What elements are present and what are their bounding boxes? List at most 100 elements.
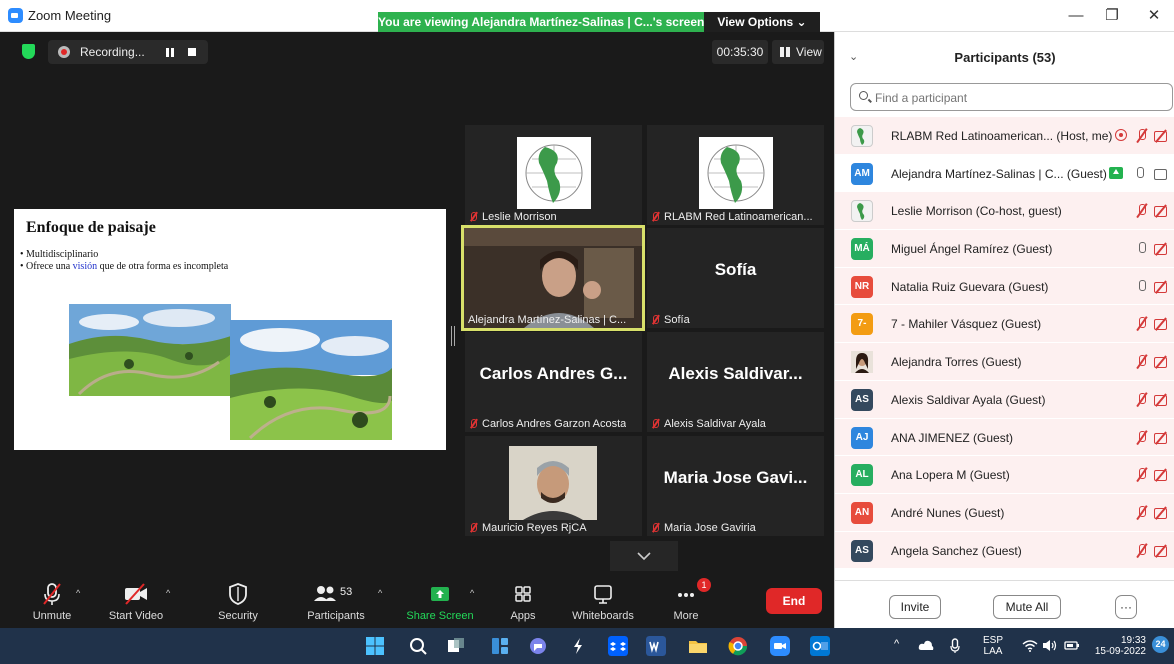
panel-more-button[interactable]: ··· [1115, 595, 1137, 619]
outlook-icon[interactable] [810, 636, 830, 656]
participant-search-input[interactable] [875, 88, 1165, 108]
landscape-photo [230, 320, 392, 440]
close-button[interactable]: ✕ [1134, 6, 1174, 26]
pause-recording-icon[interactable] [166, 48, 174, 57]
mic-off-icon[interactable] [1135, 430, 1149, 446]
view-options-button[interactable]: View Options ⌄ [704, 12, 820, 33]
split-view-handle[interactable] [451, 326, 455, 346]
stop-recording-icon[interactable] [188, 48, 196, 56]
dropbox-icon[interactable] [608, 636, 628, 656]
muted-mic-icon [651, 523, 660, 532]
mic-off-icon[interactable] [1135, 354, 1149, 370]
video-off-icon[interactable] [1153, 544, 1171, 558]
tray-mic-icon[interactable] [949, 638, 961, 654]
view-button[interactable]: View [772, 40, 824, 64]
video-off-icon[interactable] [1153, 355, 1171, 369]
video-on-icon[interactable] [1153, 167, 1171, 181]
input-language[interactable]: ESP LAA [978, 635, 1008, 657]
video-tile[interactable]: Alexis Saldivar... Alexis Saldivar Ayala [647, 332, 824, 432]
mic-on-icon[interactable] [1133, 166, 1147, 182]
zoom-taskbar-icon[interactable] [770, 636, 790, 656]
wifi-icon[interactable] [1022, 639, 1038, 652]
participant-name: Miguel Ángel Ramírez (Guest) [891, 242, 1053, 257]
share-screen-button[interactable]: Share Screen [404, 582, 476, 628]
restore-button[interactable]: ❐ [1092, 6, 1132, 26]
mic-off-icon[interactable] [1135, 543, 1149, 559]
video-tile[interactable]: Sofía Sofía [647, 228, 824, 328]
start-video-button[interactable]: Start Video [104, 582, 168, 628]
participant-row[interactable]: 7- 7 - Mahiler Vásquez (Guest) [835, 305, 1174, 344]
video-off-icon[interactable] [1153, 317, 1171, 331]
video-off-icon[interactable] [1153, 431, 1171, 445]
windows-taskbar: ^ ESP LAA 19:33 15-09-2022 24 [0, 628, 1174, 664]
participant-row[interactable]: AM Alejandra Martínez-Salinas | C... (Gu… [835, 155, 1174, 193]
participants-button[interactable]: 53 Participants [300, 582, 372, 628]
mic-off-icon[interactable] [1135, 316, 1149, 332]
participant-row[interactable]: RLABM Red Latinoamerican... (Host, me) [835, 117, 1174, 155]
active-speaker-tile[interactable]: Alejandra Martínez-Salinas | C... [461, 225, 645, 331]
participant-row[interactable]: Alejandra Torres (Guest) [835, 343, 1174, 381]
chrome-icon[interactable] [728, 636, 748, 656]
mic-off-icon[interactable] [1135, 128, 1149, 144]
more-button[interactable]: 1 More [664, 578, 711, 628]
notification-count-badge[interactable]: 24 [1152, 636, 1169, 653]
mic-on-icon[interactable] [1135, 279, 1149, 295]
mic-off-icon[interactable] [1135, 203, 1149, 219]
participants-options-caret-icon[interactable]: ^ [378, 588, 382, 598]
volume-icon[interactable] [1042, 639, 1058, 652]
mic-on-icon[interactable] [1135, 241, 1149, 257]
video-tile[interactable]: Leslie Morrison [465, 125, 642, 225]
participant-row[interactable]: Leslie Morrison (Co-host, guest) [835, 192, 1174, 231]
share-options-caret-icon[interactable]: ^ [470, 588, 474, 598]
video-off-icon[interactable] [1153, 506, 1171, 520]
participant-row[interactable]: AS Alexis Saldivar Ayala (Guest) [835, 380, 1174, 419]
video-off-icon[interactable] [1153, 242, 1171, 256]
encryption-shield-icon[interactable] [22, 44, 35, 59]
participant-row[interactable]: AL Ana Lopera M (Guest) [835, 456, 1174, 494]
video-options-caret-icon[interactable]: ^ [166, 588, 170, 598]
video-off-icon[interactable] [1153, 393, 1171, 407]
mic-off-icon[interactable] [1135, 505, 1149, 521]
slide-title: Enfoque de paisaje [26, 219, 156, 236]
participant-search[interactable] [850, 83, 1173, 111]
apps-button[interactable]: Apps [500, 582, 546, 628]
windows-start-icon[interactable] [365, 636, 385, 656]
participant-row[interactable]: AN André Nunes (Guest) [835, 493, 1174, 532]
mic-off-icon[interactable] [1135, 392, 1149, 408]
participant-row[interactable]: AJ ANA JIMENEZ (Guest) [835, 418, 1174, 457]
muted-mic-icon [469, 523, 478, 532]
file-explorer-icon[interactable] [688, 636, 708, 656]
unmute-button[interactable]: Unmute [22, 582, 82, 628]
participant-row[interactable]: AS Angela Sanchez (Guest) [835, 531, 1174, 570]
video-off-icon[interactable] [1153, 468, 1171, 482]
winamp-icon[interactable] [568, 636, 588, 656]
word-icon[interactable] [646, 636, 666, 656]
video-tile[interactable]: Carlos Andres G... Carlos Andres Garzon … [465, 332, 642, 432]
participant-row[interactable]: MÁ Miguel Ángel Ramírez (Guest) [835, 230, 1174, 268]
video-off-icon[interactable] [1153, 129, 1171, 143]
mic-off-icon[interactable] [1135, 467, 1149, 483]
more-tiles-button[interactable] [610, 541, 678, 571]
video-off-icon[interactable] [1153, 280, 1171, 294]
task-view-icon[interactable] [446, 636, 466, 656]
tray-overflow-chevron-icon[interactable]: ^ [894, 638, 899, 650]
widgets-icon[interactable] [490, 636, 510, 656]
teams-chat-icon[interactable] [528, 636, 548, 656]
system-clock[interactable]: 19:33 15-09-2022 [1090, 635, 1146, 657]
battery-icon[interactable] [1064, 639, 1080, 652]
mute-all-button[interactable]: Mute All [993, 595, 1061, 619]
video-off-icon[interactable] [1153, 204, 1171, 218]
video-tile[interactable]: Maria Jose Gavi... Maria Jose Gaviria [647, 436, 824, 536]
invite-button[interactable]: Invite [889, 595, 941, 619]
video-tile[interactable]: RLABM Red Latinoamerican... [647, 125, 824, 225]
end-meeting-button[interactable]: End [766, 588, 822, 614]
onedrive-icon[interactable] [918, 639, 934, 651]
minimize-button[interactable]: — [1056, 6, 1096, 26]
audio-options-caret-icon[interactable]: ^ [76, 588, 80, 598]
whiteboards-button[interactable]: Whiteboards [568, 582, 638, 628]
tile-name-text: Mauricio Reyes RjCA [482, 522, 587, 534]
video-tile[interactable]: Mauricio Reyes RjCA [465, 436, 642, 536]
taskbar-search-icon[interactable] [408, 636, 428, 656]
participant-row[interactable]: NR Natalia Ruiz Guevara (Guest) [835, 267, 1174, 306]
security-button[interactable]: Security [210, 582, 266, 628]
